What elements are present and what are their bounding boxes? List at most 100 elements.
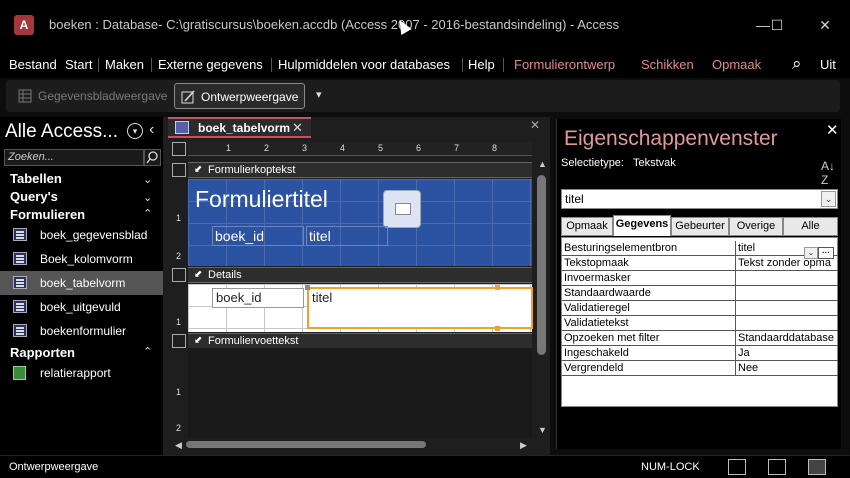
close-document-icon[interactable]: ✕ — [530, 118, 540, 132]
move-handle[interactable] — [305, 285, 310, 290]
property-row[interactable]: Validatietekst — [562, 316, 838, 331]
nav-group-reports[interactable]: Rapporten — [10, 345, 75, 360]
property-value[interactable] — [735, 301, 838, 315]
header-label[interactable]: boek_id — [212, 226, 304, 246]
property-value[interactable] — [735, 316, 838, 330]
property-value[interactable]: Ja — [735, 346, 838, 360]
nav-form-item[interactable]: boek_gegevensblad — [0, 223, 163, 247]
form-footer-area[interactable] — [188, 348, 532, 440]
section-selector[interactable] — [172, 268, 186, 282]
scroll-thumb[interactable] — [537, 175, 546, 355]
close-icon[interactable]: ✕ — [826, 121, 839, 139]
tab-gegevens[interactable]: Gegevens — [613, 215, 671, 236]
access-logo-icon[interactable]: A — [14, 15, 34, 35]
property-value[interactable]: Nee — [735, 361, 838, 375]
horizontal-scrollbar[interactable]: ◀ ▶ — [172, 438, 532, 451]
section-selector[interactable] — [172, 334, 186, 348]
tab-formulierontwerp[interactable]: Formulierontwerp — [514, 57, 615, 72]
tab-maken[interactable]: Maken — [105, 57, 144, 72]
property-row[interactable]: Opzoeken met filter Standaarddatabase — [562, 331, 838, 346]
tab-schikken[interactable]: Schikken — [641, 57, 694, 72]
tab-overige[interactable]: Overige — [729, 217, 783, 236]
scroll-left-icon[interactable]: ◀ — [175, 440, 182, 451]
collapse-pane-icon[interactable]: ‹ — [149, 121, 154, 139]
resize-handle[interactable] — [495, 285, 500, 290]
textbox-titel-selected[interactable]: titel — [307, 287, 533, 329]
section-selector[interactable] — [172, 163, 186, 177]
chevron-down-icon[interactable]: ⌄ — [821, 191, 836, 207]
nav-form-item[interactable]: Boek_kolomvorm — [0, 247, 163, 271]
control-selector-dropdown[interactable]: titel ⌄ — [561, 189, 838, 209]
scroll-up-icon[interactable]: ▲ — [538, 159, 547, 169]
property-row[interactable]: Validatieregel — [562, 301, 838, 316]
tab-externe-gegevens[interactable]: Externe gegevens — [158, 57, 263, 72]
chevron-down-icon[interactable]: ⌄ — [143, 191, 152, 204]
textbox-boek-id[interactable]: boek_id — [212, 288, 304, 308]
header-label[interactable]: titel — [306, 226, 388, 246]
section-label: Details — [208, 269, 242, 281]
nav-report-item[interactable]: relatierapport — [0, 361, 163, 385]
property-row[interactable]: Standaardwaarde — [562, 286, 838, 301]
property-row[interactable]: Tekstopmaak Tekst zonder opma — [562, 256, 838, 271]
layout-view-icon[interactable] — [768, 459, 786, 475]
form-view-icon[interactable] — [728, 459, 746, 475]
chevron-down-icon[interactable]: ▾ — [127, 123, 143, 139]
tab-hulpmiddelen[interactable]: Hulpmiddelen voor databases — [278, 57, 450, 72]
nav-form-item[interactable]: boekenformulier — [0, 319, 163, 343]
nav-group-tables[interactable]: Tabellen — [10, 171, 62, 186]
section-bar-footer[interactable]: ⬋ Formuliervoettekst — [188, 333, 532, 349]
tab-opmaak[interactable]: Opmaak — [561, 217, 613, 236]
design-view-icon[interactable] — [808, 459, 826, 475]
datasheet-view-button[interactable]: Gegevensbladweergave — [12, 83, 173, 109]
form-title-label[interactable]: Formuliertitel — [195, 186, 328, 213]
nav-group-queries[interactable]: Query's — [10, 189, 58, 204]
chevron-up-icon[interactable]: ⌃ — [143, 207, 152, 220]
scroll-right-icon[interactable]: ▶ — [520, 440, 527, 451]
tab-overflow[interactable]: Uit — [820, 57, 836, 72]
chevron-down-icon[interactable]: ⌄ — [143, 173, 152, 186]
property-row[interactable]: Ingeschakeld Ja — [562, 346, 838, 361]
vertical-scrollbar[interactable]: ▲ ▼ — [535, 157, 548, 437]
nav-form-item[interactable]: boek_uitgevuld — [0, 295, 163, 319]
menu-divider — [271, 58, 272, 72]
section-label: Formulierkoptekst — [208, 164, 296, 176]
tab-alle[interactable]: Alle — [783, 217, 838, 236]
ruler-number: 1 — [176, 213, 182, 223]
form-selector[interactable] — [172, 142, 186, 156]
maximize-button[interactable]: ☐ — [762, 12, 792, 38]
header-image-icon[interactable] — [383, 190, 421, 228]
tab-opmaak[interactable]: Opmaak — [712, 57, 761, 72]
nav-form-label: Boek_kolomvorm — [40, 252, 133, 266]
selection-type-value: Tekstvak — [632, 157, 676, 169]
report-icon — [13, 366, 26, 380]
tab-bestand[interactable]: Bestand — [9, 57, 57, 72]
nav-group-forms[interactable]: Formulieren — [10, 207, 85, 222]
search-icon[interactable]: ⌕ — [792, 54, 802, 74]
scroll-down-icon[interactable]: ▼ — [538, 425, 547, 435]
search-icon[interactable] — [144, 149, 161, 166]
nav-pane-title[interactable]: Alle Access... — [5, 121, 118, 143]
document-tab[interactable]: boek_tabelvorm ✕ — [168, 117, 311, 138]
chevron-up-icon[interactable]: ⌃ — [143, 345, 152, 358]
resize-handle[interactable] — [495, 326, 500, 331]
tab-gebeurtenis[interactable]: Gebeurter — [671, 217, 729, 236]
ribbon-more-icon[interactable]: ▾ — [316, 88, 322, 101]
property-value[interactable]: Standaarddatabase — [735, 331, 838, 345]
section-bar-detail[interactable]: ⬋ Details — [188, 267, 532, 283]
nav-search-input[interactable]: Zoeken... — [4, 149, 144, 166]
tab-start[interactable]: Start — [65, 57, 92, 72]
property-value[interactable] — [735, 286, 838, 300]
property-row[interactable]: Invoermasker — [562, 271, 838, 286]
scroll-thumb[interactable] — [186, 441, 426, 448]
design-view-button[interactable]: Ontwerpweergave — [174, 83, 306, 109]
close-icon[interactable]: ✕ — [292, 120, 303, 136]
property-row[interactable]: Vergrendeld Nee — [562, 361, 838, 376]
tab-help[interactable]: Help — [468, 57, 495, 72]
property-row[interactable]: Besturingselementbron titel ⌄ ··· — [562, 241, 838, 259]
close-window-button[interactable]: ✕ — [810, 12, 840, 38]
nav-form-item-selected[interactable]: boek_tabelvorm — [0, 271, 163, 295]
section-bar-header[interactable]: ⬋ Formulierkoptekst — [188, 162, 532, 178]
property-value[interactable]: Tekst zonder opma — [735, 256, 838, 270]
property-value[interactable] — [735, 271, 838, 285]
sort-az-icon[interactable]: A↓ Z — [821, 159, 835, 187]
